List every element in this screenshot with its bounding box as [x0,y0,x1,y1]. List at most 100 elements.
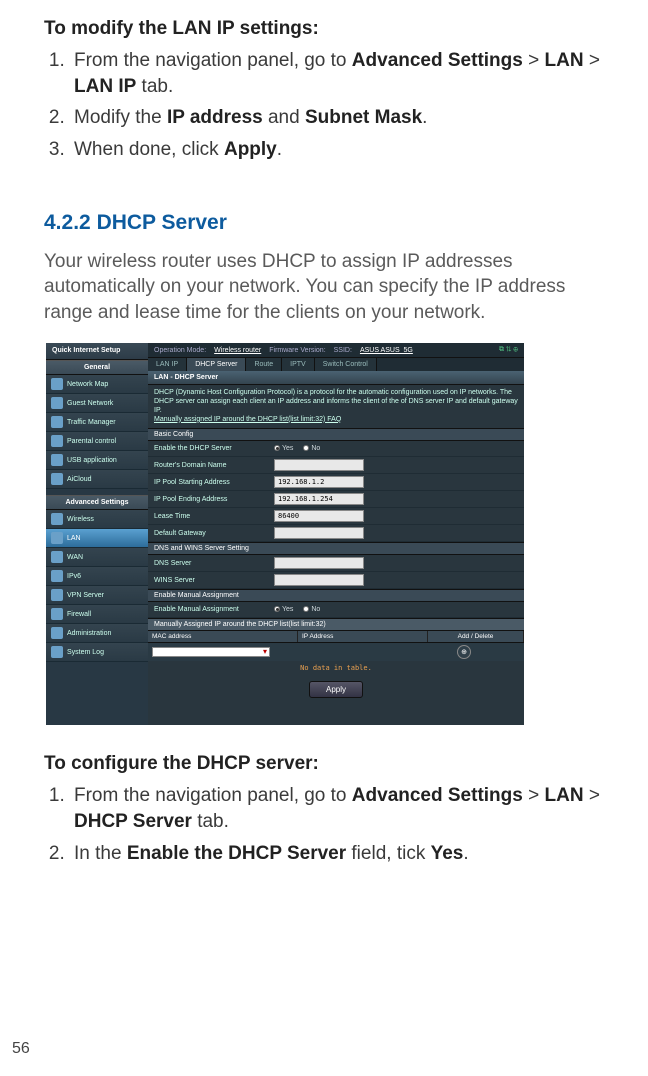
row-dns: DNS Server [148,555,524,572]
menu-icon [51,608,63,620]
router-sidebar: Quick Internet Setup General Network Map… [46,343,148,725]
t: From the navigation panel, go to [74,785,352,806]
dns-wins-header: DNS and WINS Server Setting [148,542,524,555]
tab-dhcp-server[interactable]: DHCP Server [187,358,246,371]
table-input-row: ⊕ [148,643,524,661]
page-number: 56 [12,1040,30,1058]
input-domain[interactable] [274,459,364,471]
opmode-value[interactable]: Wireless router [214,347,261,354]
lbl: AiCloud [67,476,92,483]
radio-manual-yes[interactable]: Yes [274,606,293,613]
col-ip: IP Address [298,631,428,642]
b: IP address [167,107,263,128]
menu-icon [51,570,63,582]
lbl: Traffic Manager [67,419,116,426]
label-domain: Router's Domain Name [154,462,274,469]
sidebar-item-vpn-server[interactable]: VPN Server [46,586,148,605]
input-dns[interactable] [274,557,364,569]
radio-dot-icon [303,445,309,451]
radio-dot-icon [274,445,280,451]
subsection-intro: Your wireless router uses DHCP to assign… [44,249,616,326]
sidebar-item-parental-control[interactable]: Parental control [46,432,148,451]
label-manual: Enable Manual Assignment [154,606,274,613]
steps-lanip: From the navigation panel, go to Advance… [44,48,616,163]
t: > [523,785,545,806]
row-lease-time: Lease Time [148,508,524,525]
sidebar-item-traffic-manager[interactable]: Traffic Manager [46,413,148,432]
t: From the navigation panel, go to [74,50,352,71]
menu-icon [51,627,63,639]
value-manual: Yes No [274,606,328,615]
ssid-value: ASUS ASUS_5G [360,347,413,354]
input-ip-end[interactable] [274,493,364,505]
desc-text: DHCP (Dynamic Host Configuration Protoco… [154,389,518,414]
input-lease[interactable] [274,510,364,522]
add-button[interactable]: ⊕ [457,645,471,659]
step-1: From the navigation panel, go to Advance… [70,48,616,99]
input-wins[interactable] [274,574,364,586]
menu-icon [51,646,63,658]
row-ip-end: IP Pool Ending Address [148,491,524,508]
t: . [277,139,282,160]
tab-switch-control[interactable]: Switch Control [315,358,377,371]
lbl: No [311,445,320,452]
sidebar-item-wireless[interactable]: Wireless [46,510,148,529]
step-2: In the Enable the DHCP Server field, tic… [70,841,616,867]
no-data-message: No data in table. [148,661,524,675]
col-add: Add / Delete [428,631,524,642]
t: > [584,785,600,806]
sidebar-item-ipv6[interactable]: IPv6 [46,567,148,586]
row-ip-start: IP Pool Starting Address [148,474,524,491]
row-default-gateway: Default Gateway [148,525,524,542]
sidebar-general-header: General [46,360,148,375]
sidebar-qis[interactable]: Quick Internet Setup [46,343,148,360]
sidebar-item-administration[interactable]: Administration [46,624,148,643]
lbl: Firewall [67,611,91,618]
sidebar-item-network-map[interactable]: Network Map [46,375,148,394]
radio-no[interactable]: No [303,445,320,452]
lbl: Yes [282,606,293,613]
b: Apply [224,139,277,160]
input-ip-start[interactable] [274,476,364,488]
b: LAN IP [74,76,136,97]
faq-link[interactable]: Manually assigned IP around the DHCP lis… [154,416,341,423]
lbl: Administration [67,630,111,637]
sidebar-item-aicloud[interactable]: AiCloud [46,470,148,489]
router-tabs: LAN IP DHCP Server Route IPTV Switch Con… [148,358,524,371]
radio-manual-no[interactable]: No [303,606,320,613]
sidebar-item-guest-network[interactable]: Guest Network [46,394,148,413]
sidebar-item-system-log[interactable]: System Log [46,643,148,662]
steps-dhcp: From the navigation panel, go to Advance… [44,783,616,866]
tab-iptv[interactable]: IPTV [282,358,315,371]
tab-lan-ip[interactable]: LAN IP [148,358,187,371]
sidebar-item-lan[interactable]: LAN [46,529,148,548]
sidebar-item-wan[interactable]: WAN [46,548,148,567]
manual-table-header: Manually Assigned IP around the DHCP lis… [148,618,524,631]
lbl: LAN [67,535,81,542]
router-topbar: Operation Mode: Wireless router Firmware… [148,343,524,358]
lbl: No [311,606,320,613]
row-wins: WINS Server [148,572,524,589]
b: LAN [545,50,584,71]
label-dns: DNS Server [154,560,274,567]
input-gateway[interactable] [274,527,364,539]
label-gateway: Default Gateway [154,530,274,537]
menu-icon [51,378,63,390]
section-heading-dhcp: To configure the DHCP server: [44,753,616,775]
label-wins: WINS Server [154,577,274,584]
t: When done, click [74,139,224,160]
apply-button[interactable]: Apply [309,681,363,698]
t: Modify the [74,107,167,128]
row-enable-dhcp: Enable the DHCP Server Yes No [148,441,524,457]
menu-icon [51,435,63,447]
b: Enable the DHCP Server [127,843,346,864]
lbl: Yes [282,445,293,452]
b: Yes [431,843,464,864]
lbl: VPN Server [67,592,104,599]
lbl: Network Map [67,381,108,388]
sidebar-item-firewall[interactable]: Firewall [46,605,148,624]
sidebar-item-usb-application[interactable]: USB application [46,451,148,470]
mac-dropdown[interactable] [152,647,270,657]
tab-route[interactable]: Route [246,358,282,371]
radio-yes[interactable]: Yes [274,445,293,452]
